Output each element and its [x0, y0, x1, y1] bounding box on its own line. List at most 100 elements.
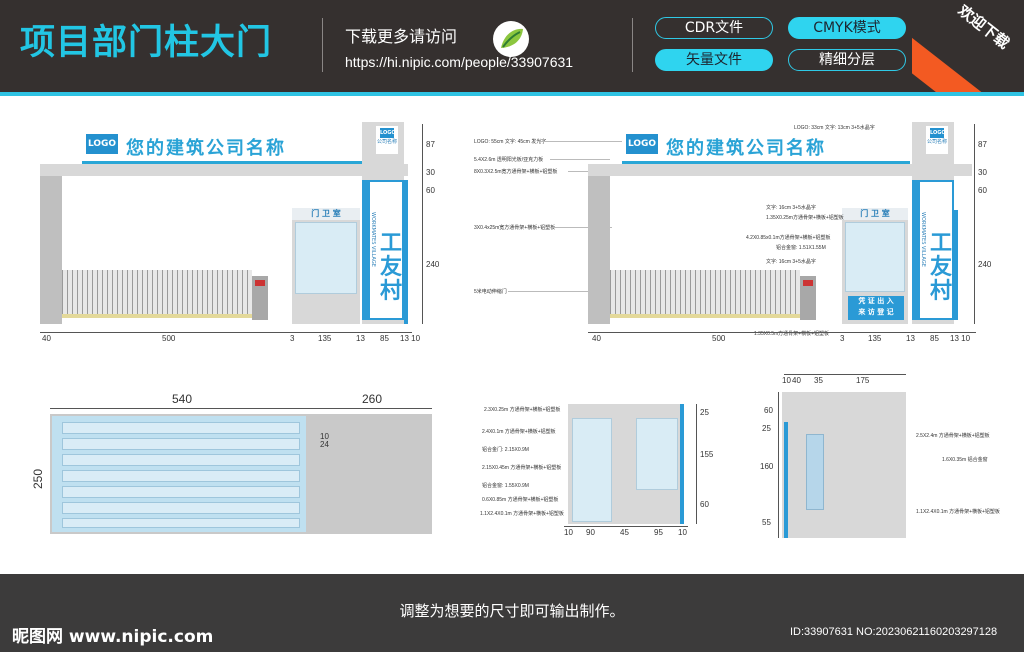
download-label: 下载更多请访问: [345, 27, 458, 46]
annotation: 2.4X0.1m 方通骨架+横板+铝塑板: [482, 429, 556, 435]
dim-label: 40: [592, 334, 601, 343]
image-id-text: ID:33907631 NO:20230621160203297128: [790, 626, 998, 638]
welcome-download-banner: 欢迎下载: [912, 0, 1024, 92]
dim-label: 13 10: [950, 334, 971, 343]
sliding-gate: [62, 270, 252, 316]
dim-label: 3: [840, 334, 845, 343]
booth-blue-edge: [680, 404, 684, 524]
header-divider: [322, 18, 323, 72]
guard-room-sign: 门 卫 室: [292, 208, 360, 220]
tag-cdr-file: CDR文件: [655, 17, 773, 39]
annotation: 8X0.3X2.5m宽方通骨架+横板+铝塑板: [474, 169, 558, 175]
dim-label: 10: [564, 528, 573, 537]
tag-vector-file: 矢量文件: [655, 49, 773, 71]
village-name-text: 工友村: [930, 231, 953, 304]
annotation: 1.35X0.25m方通骨架+横板+铝塑板: [766, 215, 844, 221]
dim-label: 90: [586, 528, 595, 537]
booth-detail: 2.3X0.25m 方通骨架+横板+铝塑板 2.4X0.1m 方通骨架+横板+铝…: [478, 398, 728, 544]
annotation: 铝合金窗: 1.51X1.55M: [776, 245, 826, 251]
guard-room-sign: 门 卫 室: [842, 208, 908, 220]
dim-label: 87: [426, 140, 435, 149]
plan-view: 540 260 250 10 24: [28, 388, 438, 548]
dimension-line-right: [974, 124, 975, 324]
annotation: 2.3X0.25m 方通骨架+横板+铝塑板: [484, 407, 561, 413]
annotation: 文字: 16cm 3+5水晶字: [766, 205, 816, 211]
dim-label: 60: [978, 186, 987, 195]
dim-label: 40: [42, 334, 51, 343]
pillar-blue-edge: [954, 210, 958, 320]
annotation: 文字: 16cm 3+5水晶字: [766, 259, 816, 265]
page-title: 项目部门柱大门: [20, 23, 273, 63]
tag-fine-layers: 精细分层: [788, 49, 906, 71]
logo-box: LOGO: [626, 134, 658, 154]
nipic-leaf-icon: [492, 20, 530, 58]
pillar-elevation: [782, 392, 906, 538]
dim-label: 40: [792, 376, 801, 385]
dim-label: 60: [426, 186, 435, 195]
dim-label: 500: [712, 334, 726, 343]
dimension-line-bottom: [40, 332, 412, 333]
annotation: 4.2X0.85x0.1m方通骨架+横板+铝塑板: [746, 235, 831, 241]
dim-label: 500: [162, 334, 176, 343]
dim-label: 87: [978, 140, 987, 149]
annotation: 2.15X0.45m 方通骨架+横板+铝塑板: [482, 465, 562, 471]
gate-track: [610, 314, 800, 318]
pillar-window: [806, 434, 824, 510]
dim-label: 135: [318, 334, 332, 343]
booth-window: [636, 418, 678, 490]
annotation: 铝合金窗: 1.55X0.9M: [482, 483, 529, 489]
plan-slat: [62, 470, 300, 482]
plan-slat: [62, 422, 300, 434]
left-pillar: [40, 176, 62, 324]
author-url-link[interactable]: https://hi.nipic.com/people/33907631: [345, 54, 573, 70]
plan-slat: [62, 438, 300, 450]
dim-label: 60: [764, 406, 773, 415]
pillar-logo-panel: LOGO 公司名称: [376, 126, 398, 154]
annotation: 1.1X2.4X0.1m 方通骨架+横板+铝塑板: [480, 511, 564, 517]
dim-label: 250: [31, 468, 46, 490]
plan-slat: [62, 486, 300, 498]
gate-elevation-left: LOGO 您的建筑公司名称 门 卫 室 LOGO 公司名称 WORKMATES …: [36, 120, 440, 350]
village-sign-panel: WORKMATES VILLAGE 工友村: [912, 180, 954, 320]
dim-label: 3: [290, 334, 295, 343]
dim-label: 10: [678, 528, 687, 537]
site-logo-link[interactable]: 昵图网 www.nipic.com: [12, 622, 213, 647]
dimension-line-right: [422, 124, 423, 324]
header-accent-line: [0, 92, 1024, 96]
pillar-blue-edge: [784, 422, 788, 538]
pillar-blue-edge: [404, 180, 408, 324]
gate-motor-box: [252, 276, 268, 320]
booth-door: [572, 418, 612, 522]
annotation: 1.1X2.4X0.1m 方通骨架+横板+铝塑板: [916, 509, 1000, 515]
annotation: 1.6X0.35m 铝合金窗: [942, 457, 988, 463]
dim-label: 25: [700, 408, 709, 417]
dim-label: 95: [654, 528, 663, 537]
dim-label: 35: [814, 376, 823, 385]
top-beam: [40, 164, 408, 176]
left-pillar: [588, 176, 610, 324]
dim-label: 160: [760, 462, 774, 471]
annotation: 5.4X2.6m 透明阳光板/亚克力板: [474, 157, 544, 163]
dim-label: 13 10: [400, 334, 421, 343]
guard-booth-window: [845, 222, 905, 292]
village-sign-panel: WORKMATES VILLAGE 工友村: [362, 180, 404, 320]
dim-label: 175: [856, 376, 870, 385]
dim-label: 240: [978, 260, 992, 269]
plan-slat: [62, 518, 300, 528]
company-name-text: 您的建筑公司名称: [666, 138, 826, 159]
dim-label: 60: [700, 500, 709, 509]
dim-label: 24: [320, 440, 329, 449]
village-english-text: WORKMATES VILLAGE: [920, 212, 926, 267]
dim-label: 240: [426, 260, 440, 269]
plan-slat: [62, 502, 300, 514]
dim-label: 30: [426, 168, 435, 177]
village-english-text: WORKMATES VILLAGE: [370, 212, 376, 267]
dim-label: 85: [380, 334, 389, 343]
tag-cmyk-mode: CMYK模式: [788, 17, 906, 39]
logo-box: LOGO: [86, 134, 118, 154]
dim-label: 260: [362, 392, 383, 406]
header-divider-2: [632, 18, 633, 72]
gate-track: [62, 314, 252, 318]
dimension-line-bottom: [588, 332, 976, 333]
dim-label: 13: [356, 334, 365, 343]
